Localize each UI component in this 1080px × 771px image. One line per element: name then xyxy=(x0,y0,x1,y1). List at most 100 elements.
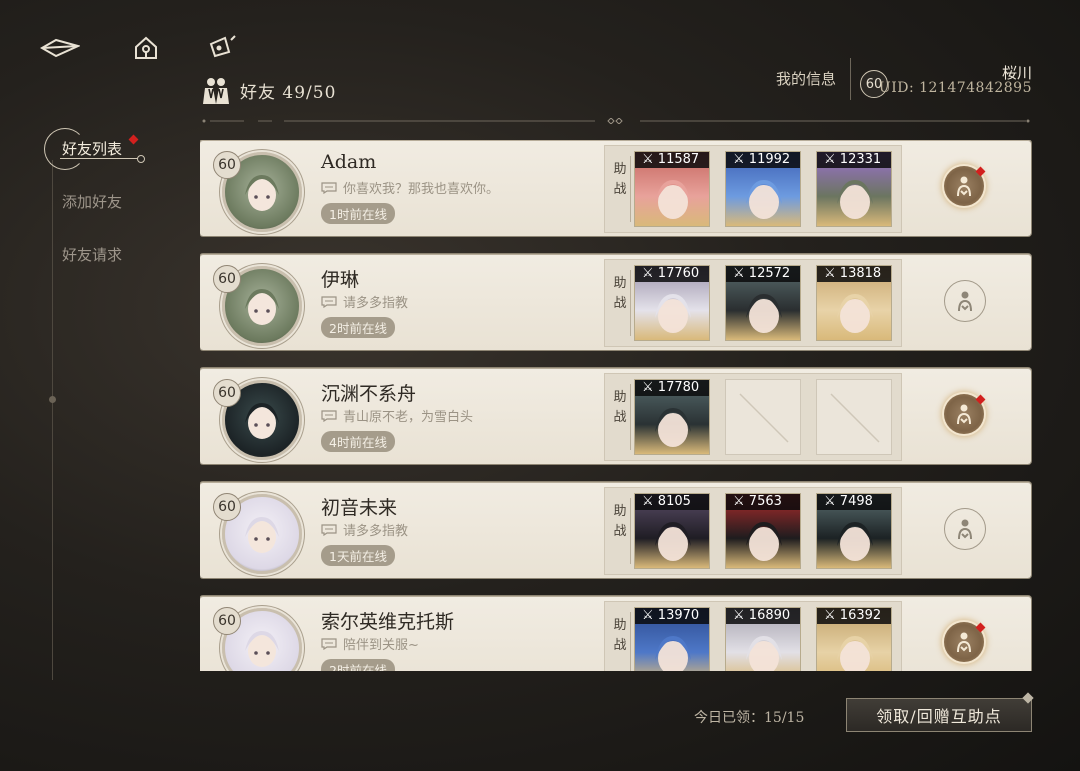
assist-label: 助战 xyxy=(613,162,627,197)
assist-divider xyxy=(630,384,631,450)
character-power-value: 12331 xyxy=(839,152,882,167)
assist-panel: 助战 ⚔ 11587 ⚔ 11992 ⚔ 12331 xyxy=(604,145,902,233)
online-status-badge: 1天前在线 xyxy=(321,545,395,566)
friend-signature: 陪伴到关服~ xyxy=(321,634,419,653)
assist-divider xyxy=(630,270,631,336)
friend-level-badge: 60 xyxy=(213,607,241,635)
heart-person-icon xyxy=(957,632,971,653)
gift-assist-point-button-disabled[interactable] xyxy=(944,280,986,322)
sword-icon: ⚔ xyxy=(824,494,836,509)
sword-icon: ⚔ xyxy=(642,494,654,509)
assist-character-slot[interactable]: ⚔ 17760 xyxy=(634,265,710,341)
character-power: ⚔ 16392 xyxy=(817,608,891,624)
notice-icon[interactable] xyxy=(207,34,237,62)
character-power: ⚔ 13970 xyxy=(635,608,709,624)
sword-icon: ⚔ xyxy=(642,152,654,167)
sword-icon: ⚔ xyxy=(642,266,654,281)
tab-friend-requests[interactable]: 好友请求 xyxy=(62,244,122,265)
today-claimed: 今日已领：15/15 xyxy=(694,710,805,726)
character-power: ⚔ 7498 xyxy=(817,494,891,510)
assist-character-slot[interactable]: ⚔ 7498 xyxy=(816,493,892,569)
character-power: ⚔ 17760 xyxy=(635,266,709,282)
friend-name: 索尔英维克托斯 xyxy=(321,611,455,633)
assist-character-slot[interactable]: ⚔ 13970 xyxy=(634,607,710,671)
friend-signature-text: 请多多指教 xyxy=(343,296,409,311)
heart-person-icon xyxy=(958,519,972,540)
assist-panel: 助战 ⚔ 8105 ⚔ 7563 ⚔ 7498 xyxy=(604,487,902,575)
sword-icon: ⚔ xyxy=(733,152,745,167)
friend-card[interactable]: 60 沉渊不系舟 青山原不老，为雪白头 4时前在线 助战 ⚔ 17780 xyxy=(200,368,1031,464)
assist-character-slot[interactable]: ⚔ 12331 xyxy=(816,151,892,227)
sword-icon: ⚔ xyxy=(642,380,654,395)
sword-icon: ⚔ xyxy=(733,266,745,281)
friends-count-label: 好友 49/50 xyxy=(240,82,337,103)
friend-signature: 请多多指教 xyxy=(321,520,408,539)
assist-panel: 助战 ⚔ 17760 ⚔ 12572 ⚔ 13818 xyxy=(604,259,902,347)
my-info-button[interactable]: 我的信息 xyxy=(776,68,836,89)
online-status-badge: 2时前在线 xyxy=(321,317,395,338)
friends-icon xyxy=(203,78,229,104)
assist-character-slot[interactable]: ⚔ 16890 xyxy=(725,607,801,671)
friend-name: 初音未来 xyxy=(321,497,398,519)
header-divider xyxy=(202,118,1030,124)
sword-icon: ⚔ xyxy=(733,494,745,509)
back-icon[interactable] xyxy=(40,34,80,62)
friend-list-red-dot xyxy=(128,134,139,145)
friend-card[interactable]: 60 Adam 你喜欢我？那我也喜欢你。 1时前在线 助战 ⚔ 11587 ⚔ … xyxy=(200,140,1031,236)
sword-icon: ⚔ xyxy=(824,608,836,623)
sidebar-dot xyxy=(49,396,56,403)
character-power-value: 11992 xyxy=(748,152,791,167)
claim-return-button[interactable]: 领取/回赠互助点 xyxy=(846,698,1032,732)
friends-header: 好友 49/50 xyxy=(200,74,336,106)
character-power-value: 13970 xyxy=(657,608,700,623)
character-power-value: 12572 xyxy=(748,266,791,281)
friend-list[interactable]: 60 Adam 你喜欢我？那我也喜欢你。 1时前在线 助战 ⚔ 11587 ⚔ … xyxy=(200,140,1032,671)
friend-level-badge: 60 xyxy=(213,379,241,407)
assist-character-slot[interactable]: ⚔ 12572 xyxy=(725,265,801,341)
friend-level-badge: 60 xyxy=(213,493,241,521)
assist-character-slot[interactable]: ⚔ 11587 xyxy=(634,151,710,227)
friend-name: Adam xyxy=(321,151,377,173)
speech-bubble-icon xyxy=(321,523,337,536)
friend-name: 伊琳 xyxy=(321,269,360,291)
character-power-value: 13818 xyxy=(839,266,882,281)
home-icon[interactable] xyxy=(131,34,161,62)
tab-add-friend[interactable]: 添加好友 xyxy=(62,191,122,212)
character-power-value: 16890 xyxy=(748,608,791,623)
assist-character-slot[interactable]: ⚔ 8105 xyxy=(634,493,710,569)
assist-character-slot[interactable]: ⚔ 16392 xyxy=(816,607,892,671)
assist-panel: 助战 ⚔ 13970 ⚔ 16890 ⚔ 16392 xyxy=(604,601,902,671)
assist-character-slot[interactable]: ⚔ 17780 xyxy=(634,379,710,455)
assist-label: 助战 xyxy=(613,618,627,653)
active-tab-dot xyxy=(137,155,145,163)
tab-friend-list[interactable]: 好友列表 xyxy=(62,138,122,159)
assist-divider xyxy=(630,612,631,671)
friend-card[interactable]: 60 伊琳 请多多指教 2时前在线 助战 ⚔ 17760 ⚔ 12572 ⚔ 1… xyxy=(200,254,1031,350)
assist-character-slot[interactable]: ⚔ 7563 xyxy=(725,493,801,569)
empty-assist-slot xyxy=(725,379,801,455)
friend-signature: 请多多指教 xyxy=(321,292,408,311)
sword-icon: ⚔ xyxy=(733,608,745,623)
friend-level-badge: 60 xyxy=(213,151,241,179)
character-power: ⚔ 11587 xyxy=(635,152,709,168)
gift-assist-point-button-disabled[interactable] xyxy=(944,508,986,550)
assist-character-slot[interactable]: ⚔ 13818 xyxy=(816,265,892,341)
assist-character-slot[interactable]: ⚔ 11992 xyxy=(725,151,801,227)
character-power-value: 16392 xyxy=(839,608,882,623)
character-power: ⚔ 12331 xyxy=(817,152,891,168)
sidebar-line xyxy=(52,160,53,680)
heart-person-icon xyxy=(958,291,972,312)
online-status-badge: 4时前在线 xyxy=(321,431,395,452)
assist-divider xyxy=(630,498,631,564)
friend-card[interactable]: 60 索尔英维克托斯 陪伴到关服~ 2时前在线 助战 ⚔ 13970 ⚔ 168… xyxy=(200,596,1031,671)
friend-level-badge: 60 xyxy=(213,265,241,293)
friend-signature: 青山原不老，为雪白头 xyxy=(321,406,473,425)
character-power-value: 7498 xyxy=(839,494,873,509)
friend-card[interactable]: 60 初音未来 请多多指教 1天前在线 助战 ⚔ 8105 ⚔ 7563 ⚔ 7… xyxy=(200,482,1031,578)
sword-icon: ⚔ xyxy=(824,152,836,167)
speech-bubble-icon xyxy=(321,409,337,422)
assist-divider xyxy=(630,156,631,222)
online-status-badge: 2时前在线 xyxy=(321,659,395,671)
friend-signature-text: 陪伴到关服~ xyxy=(343,638,419,653)
character-power: ⚔ 11992 xyxy=(726,152,800,168)
